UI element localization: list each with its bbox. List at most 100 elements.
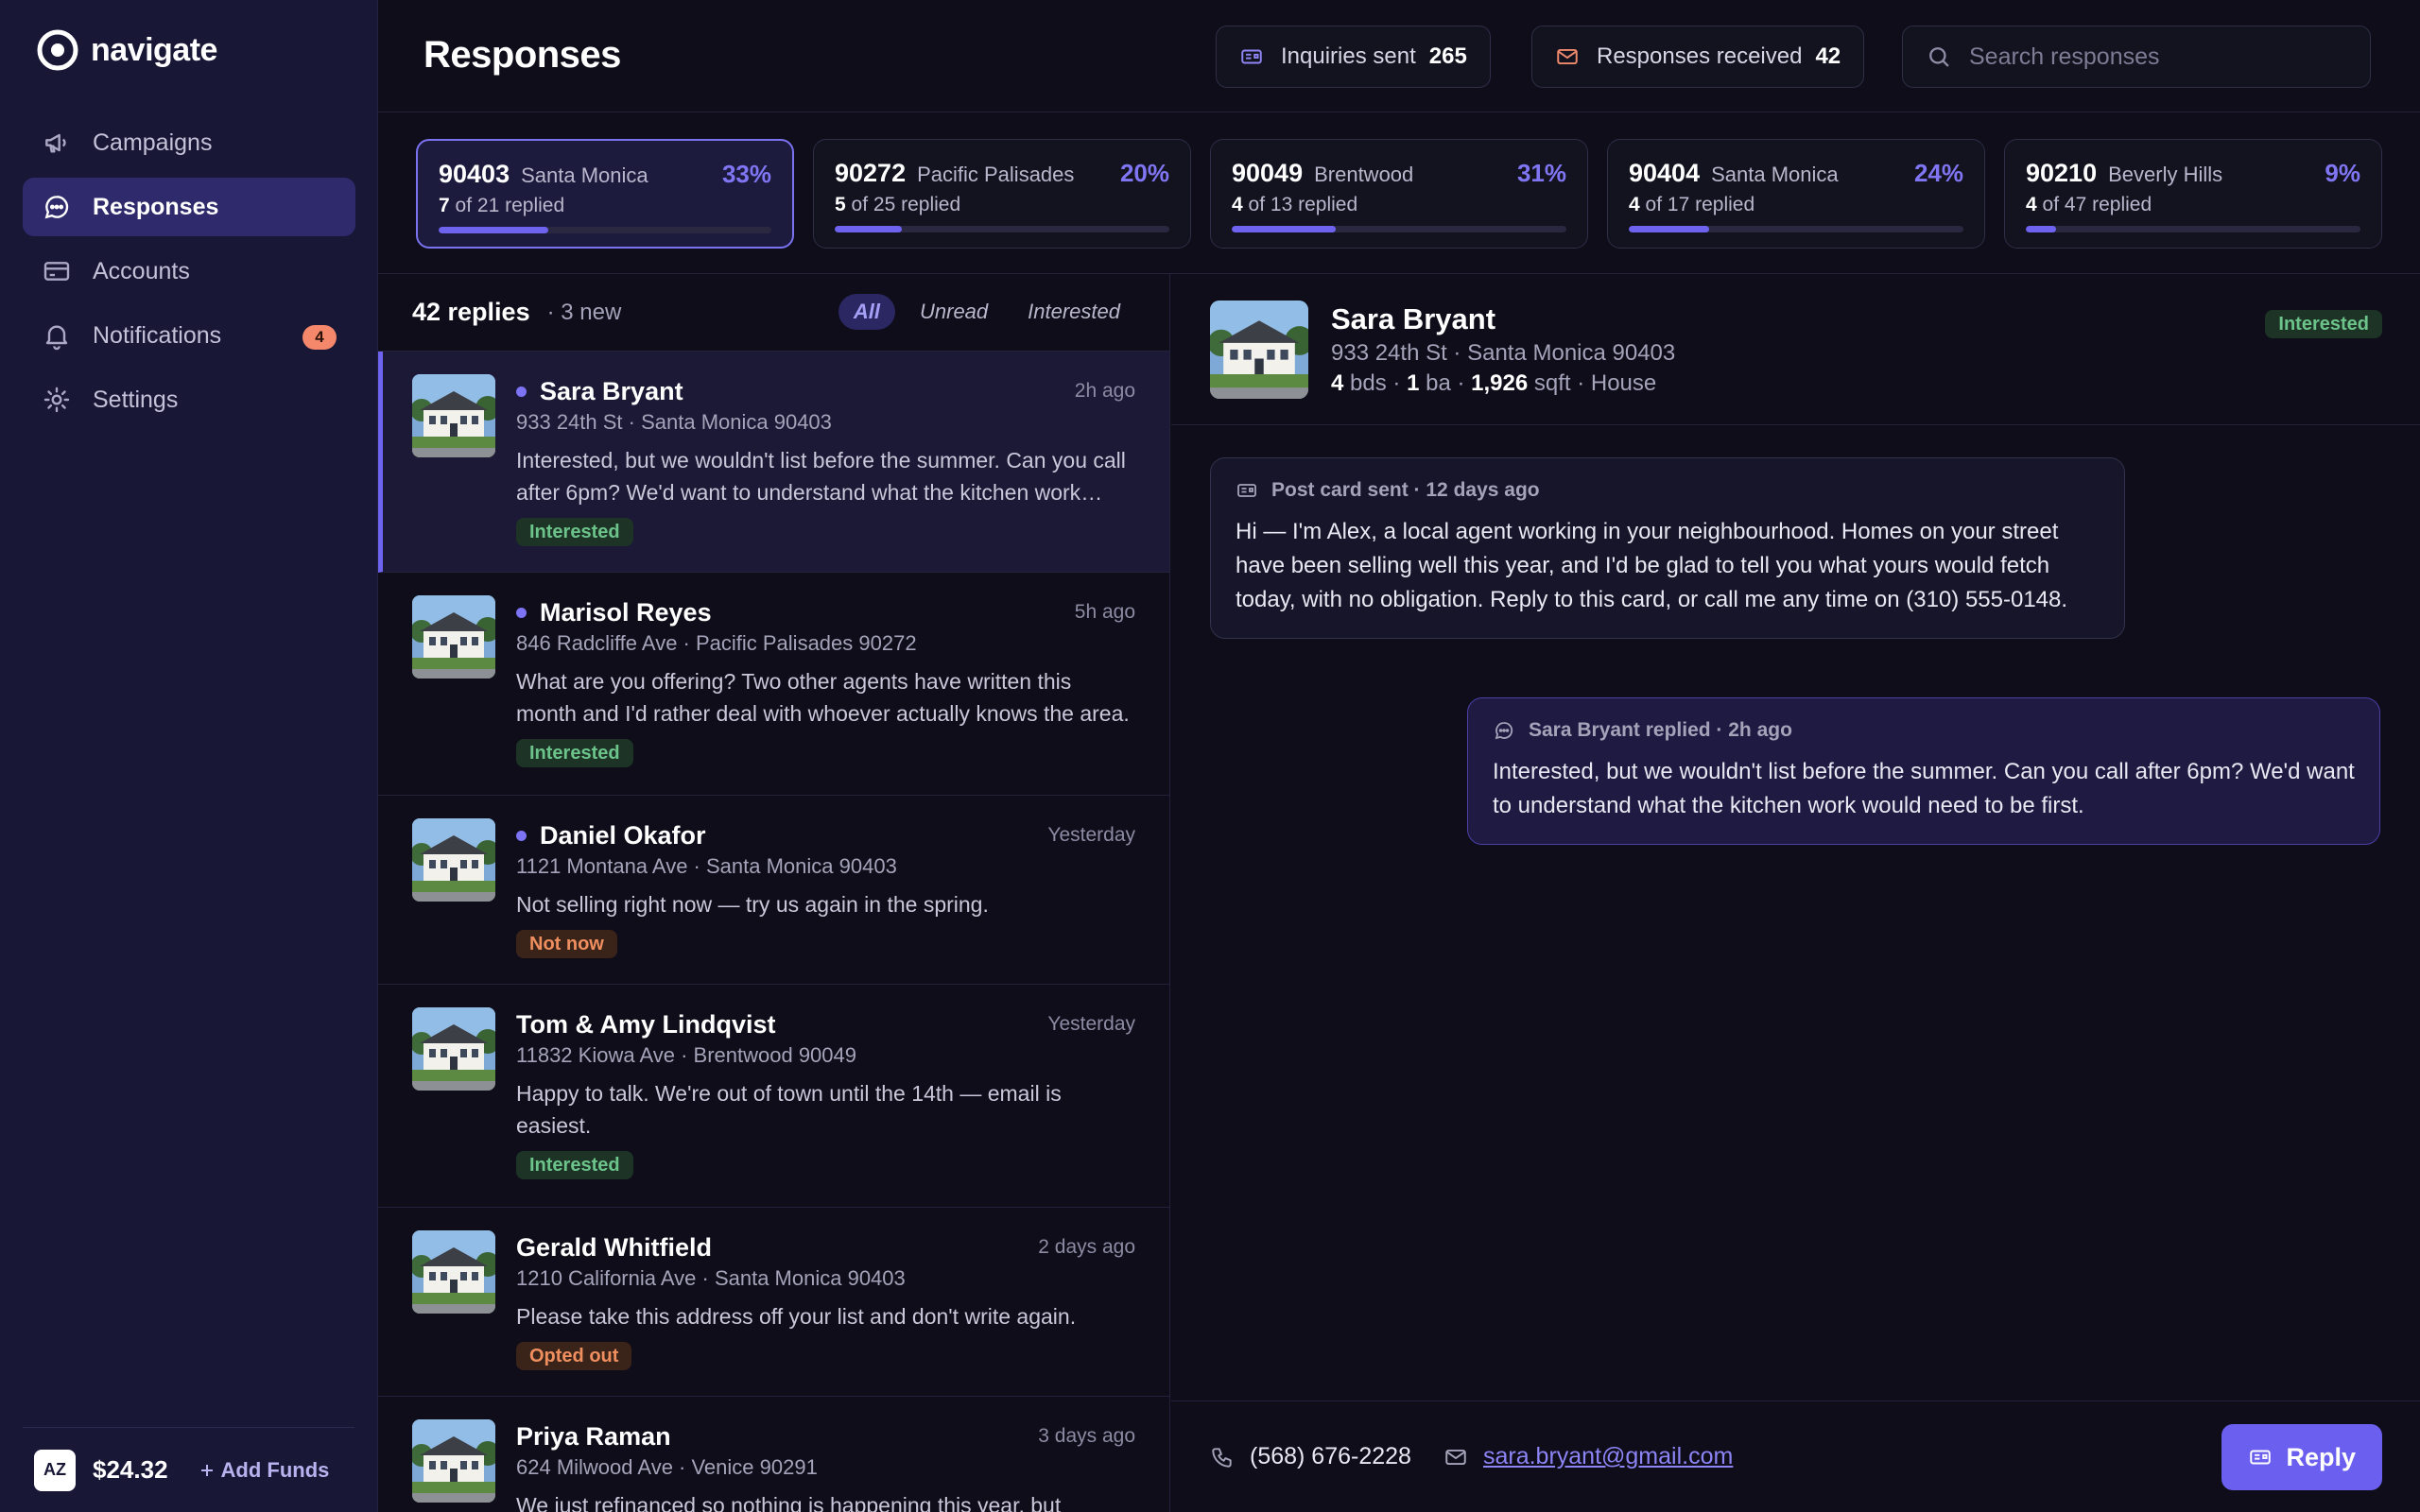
zip-progress-bar: [1232, 226, 1566, 232]
sidebar-item-responses[interactable]: Responses: [23, 178, 355, 236]
chat-icon: [1495, 722, 1513, 740]
notification-count-badge: 4: [302, 325, 337, 350]
postcard-icon: [2250, 1450, 2272, 1465]
property-thumbnail: [412, 818, 495, 902]
zip-card-90404[interactable]: 90404 Santa Monica 24% 4 of 17 replied: [1607, 139, 1985, 249]
list-item[interactable]: Priya Raman 3 days ago 624 Milwood Ave · …: [378, 1397, 1169, 1512]
sidebar-item-campaigns[interactable]: Campaigns: [23, 113, 355, 172]
sent-message: Post card sent · 12 days ago Hi — I'm Al…: [1210, 457, 2125, 639]
unread-dot: [516, 386, 527, 397]
zip-code: 90049: [1232, 159, 1304, 187]
zip-reply-rate: 24%: [1913, 159, 1963, 187]
zip-reply-rate: 31%: [1516, 159, 1566, 187]
sidebar-item-label: Responses: [93, 193, 219, 220]
list-item[interactable]: Sara Bryant 2h ago 933 24th St · Santa Mo…: [378, 352, 1169, 573]
property-thumbnail: [412, 1007, 495, 1091]
zip-progress-bar: [439, 227, 771, 233]
property-address: 11832 Kiowa Ave · Brentwood 90049: [516, 1043, 857, 1067]
sidebar-nav: Campaigns Responses Accounts Notificatio…: [23, 113, 355, 435]
list-item[interactable]: Marisol Reyes 5h ago 846 Radcliffe Ave · …: [378, 573, 1169, 796]
timestamp: 5h ago: [1074, 601, 1135, 623]
zip-card-90210[interactable]: 90210 Beverly Hills 9% 4 of 47 replied: [2004, 139, 2382, 249]
property-address: 846 Radcliffe Ave · Pacific Palisades 90…: [516, 631, 917, 655]
mail-icon: [1445, 1449, 1466, 1465]
property-address: 1210 California Ave · Santa Monica 90403: [516, 1266, 906, 1290]
phone-number: (568) 676-2228: [1250, 1443, 1411, 1469]
sender-name: Daniel Okafor: [540, 820, 706, 850]
sidebar-item-settings[interactable]: Settings: [23, 370, 355, 429]
sidebar-item-label: Campaigns: [93, 129, 213, 156]
stat-label: Responses received: [1597, 43, 1803, 69]
property-address: 933 24th St · Santa Monica 90403: [516, 410, 832, 434]
message-preview: Happy to talk. We're out of town until t…: [516, 1081, 1062, 1138]
zip-replied-count: 4 of 47 replied: [2026, 194, 2152, 215]
contact-bar: (568) 676-2228 sara.bryant@gmail.com Rep…: [1171, 1400, 2420, 1512]
search-icon: [1929, 47, 1949, 67]
email-contact[interactable]: sara.bryant@gmail.com: [1443, 1443, 1733, 1470]
message-header: Post card sent · 12 days ago: [1271, 479, 1540, 501]
unread-dot: [516, 830, 527, 841]
postcard-icon: [1241, 49, 1262, 64]
sidebar: navigate Campaigns Responses Accounts No…: [0, 0, 378, 1512]
status-badge: Interested: [516, 739, 633, 767]
add-funds-button[interactable]: Add Funds: [199, 1457, 330, 1483]
zip-replied-count: 4 of 13 replied: [1232, 194, 1358, 215]
zip-progress-bar: [1629, 226, 1963, 232]
phone-icon: [1212, 1447, 1232, 1468]
timestamp: Yesterday: [1047, 1013, 1135, 1035]
sidebar-item-label: Notifications: [93, 321, 222, 349]
sidebar-item-accounts[interactable]: Accounts: [23, 242, 355, 301]
zip-card-90049[interactable]: 90049 Brentwood 31% 4 of 13 replied: [1210, 139, 1588, 249]
sender-name: Gerald Whitfield: [516, 1232, 713, 1262]
unread-dot: [516, 607, 527, 618]
response-detail: Sara Bryant 933 24th St · Santa Monica 9…: [1171, 274, 2420, 1512]
detail-name: Sara Bryant: [1331, 302, 1496, 335]
stat-value: 265: [1428, 43, 1467, 69]
chat-icon: [44, 196, 69, 219]
add-funds-label: Add Funds: [220, 1457, 330, 1482]
avatar[interactable]: AZ: [34, 1449, 76, 1491]
reply-button[interactable]: Reply: [2221, 1424, 2382, 1490]
responses-received-stat: Responses received 42: [1531, 26, 1865, 88]
new-count: · 3 new: [546, 299, 622, 325]
zip-card-90272[interactable]: 90272 Pacific Palisades 20% 5 of 25 replie…: [813, 139, 1191, 249]
property-address: 1121 Montana Ave · Santa Monica 90403: [516, 854, 897, 878]
zip-reply-rate: 20%: [1119, 159, 1169, 187]
logo-icon: [37, 29, 78, 71]
message-preview: Not selling right now — try us again in …: [516, 892, 989, 917]
filter-all[interactable]: All: [838, 294, 895, 330]
message-preview: We just refinanced so nothing is happeni…: [516, 1493, 1062, 1512]
reply-button-label: Reply: [2286, 1442, 2356, 1471]
zip-progress-fill: [835, 226, 902, 232]
filter-interested[interactable]: Interested: [1012, 294, 1135, 330]
property-thumbnail: [412, 595, 495, 679]
search-input[interactable]: [1969, 43, 2347, 71]
sender-name: Marisol Reyes: [540, 597, 712, 627]
sender-name: Sara Bryant: [540, 376, 683, 405]
message-preview: Interested, but we wouldn't list before …: [516, 448, 1126, 505]
search-box[interactable]: [1902, 26, 2371, 88]
zip-progress-fill: [439, 227, 549, 233]
zip-card-90403[interactable]: 90403 Santa Monica 33% 7 of 21 replied: [416, 139, 794, 249]
list-item[interactable]: Gerald Whitfield 2 days ago 1210 Californ…: [378, 1208, 1169, 1397]
zip-city: Beverly Hills: [2108, 163, 2223, 186]
property-thumbnail: [1210, 301, 1308, 399]
email-link[interactable]: sara.bryant@gmail.com: [1483, 1443, 1733, 1470]
megaphone-icon: [45, 133, 66, 153]
property-facts: 4 bds · 1 ba · 1,926 sqft · House: [1331, 370, 1657, 396]
zip-progress-fill: [1232, 226, 1336, 232]
list-item[interactable]: Daniel Okafor Yesterday 1121 Montana Ave …: [378, 796, 1169, 985]
zip-progress-bar: [2026, 226, 2360, 232]
list-item[interactable]: Tom & Amy Lindqvist Yesterday 11832 Kiowa…: [378, 985, 1169, 1208]
zip-code: 90403: [439, 160, 510, 188]
status-badge: Opted out: [516, 1342, 632, 1370]
filter-unread[interactable]: Unread: [905, 294, 1003, 330]
zip-reply-rate: 9%: [2325, 159, 2360, 187]
zip-replied-count: 7 of 21 replied: [439, 195, 565, 216]
zip-code: 90210: [2026, 159, 2098, 187]
phone-contact[interactable]: (568) 676-2228: [1210, 1443, 1411, 1470]
property-address: 624 Milwood Ave · Venice 90291: [516, 1455, 818, 1479]
inquiries-sent-stat: Inquiries sent 265: [1216, 26, 1491, 88]
logo[interactable]: navigate: [36, 28, 217, 72]
sidebar-item-notifications[interactable]: Notifications 4: [23, 306, 355, 365]
